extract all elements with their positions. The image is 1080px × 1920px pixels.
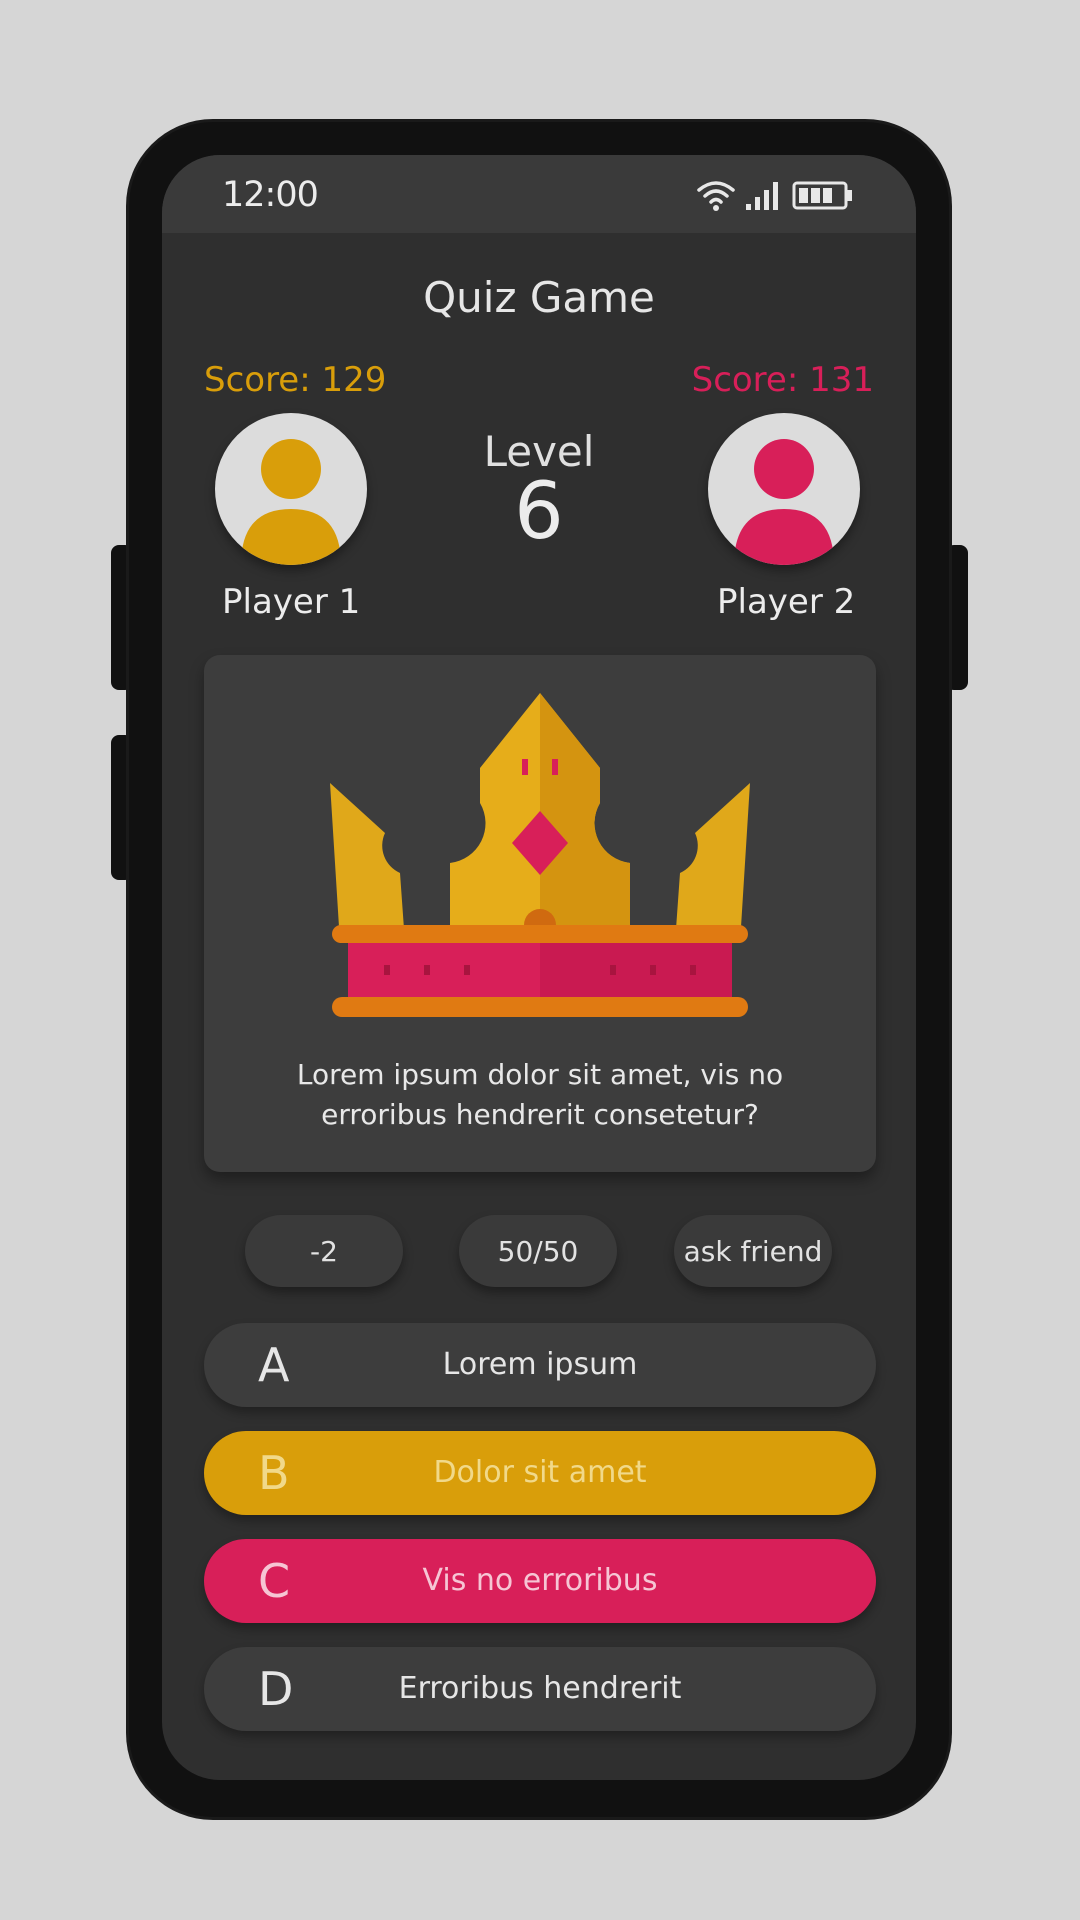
player2-name: Player 2 (717, 582, 856, 622)
power-button (946, 545, 968, 690)
lifeline-fifty-fifty-button[interactable]: 50/50 (459, 1215, 617, 1287)
level-value: 6 (514, 467, 564, 557)
answer-b-button[interactable]: B Dolor sit amet (204, 1431, 876, 1515)
player1-score: Score: 129 (204, 360, 387, 400)
app-screen: 12:00 Quiz Game Score: 129 Score: 131 Pl… (162, 155, 916, 1780)
lifeline-ask-friend-button[interactable]: ask friend (674, 1215, 832, 1287)
answer-c-button[interactable]: C Vis no erroribus (204, 1539, 876, 1623)
answer-text: Dolor sit amet (433, 1455, 647, 1490)
page-title: Quiz Game (423, 273, 655, 322)
signal-icon (746, 182, 778, 210)
answer-text: Lorem ipsum (442, 1347, 638, 1382)
status-bar: 12:00 (162, 155, 916, 233)
status-time: 12:00 (222, 175, 319, 215)
player2-score: Score: 131 (691, 360, 874, 400)
player1-name: Player 1 (222, 582, 361, 622)
question-card: Lorem ipsum dolor sit amet, vis no error… (204, 655, 876, 1172)
wifi-icon (697, 181, 735, 211)
lifeline-minus-two-button[interactable]: -2 (245, 1215, 403, 1287)
answer-d-button[interactable]: D Erroribus hendrerit (204, 1647, 876, 1731)
question-text: Lorem ipsum dolor sit amet, vis no error… (296, 1058, 784, 1131)
phone-frame: 12:00 Quiz Game Score: 129 Score: 131 Pl… (129, 122, 949, 1817)
crown-icon (330, 693, 750, 1017)
answer-text: Vis no erroribus (422, 1563, 658, 1598)
status-icons (696, 175, 854, 215)
answer-a-button[interactable]: A Lorem ipsum (204, 1323, 876, 1407)
battery-icon (792, 181, 852, 210)
answer-text: Erroribus hendrerit (398, 1671, 682, 1706)
